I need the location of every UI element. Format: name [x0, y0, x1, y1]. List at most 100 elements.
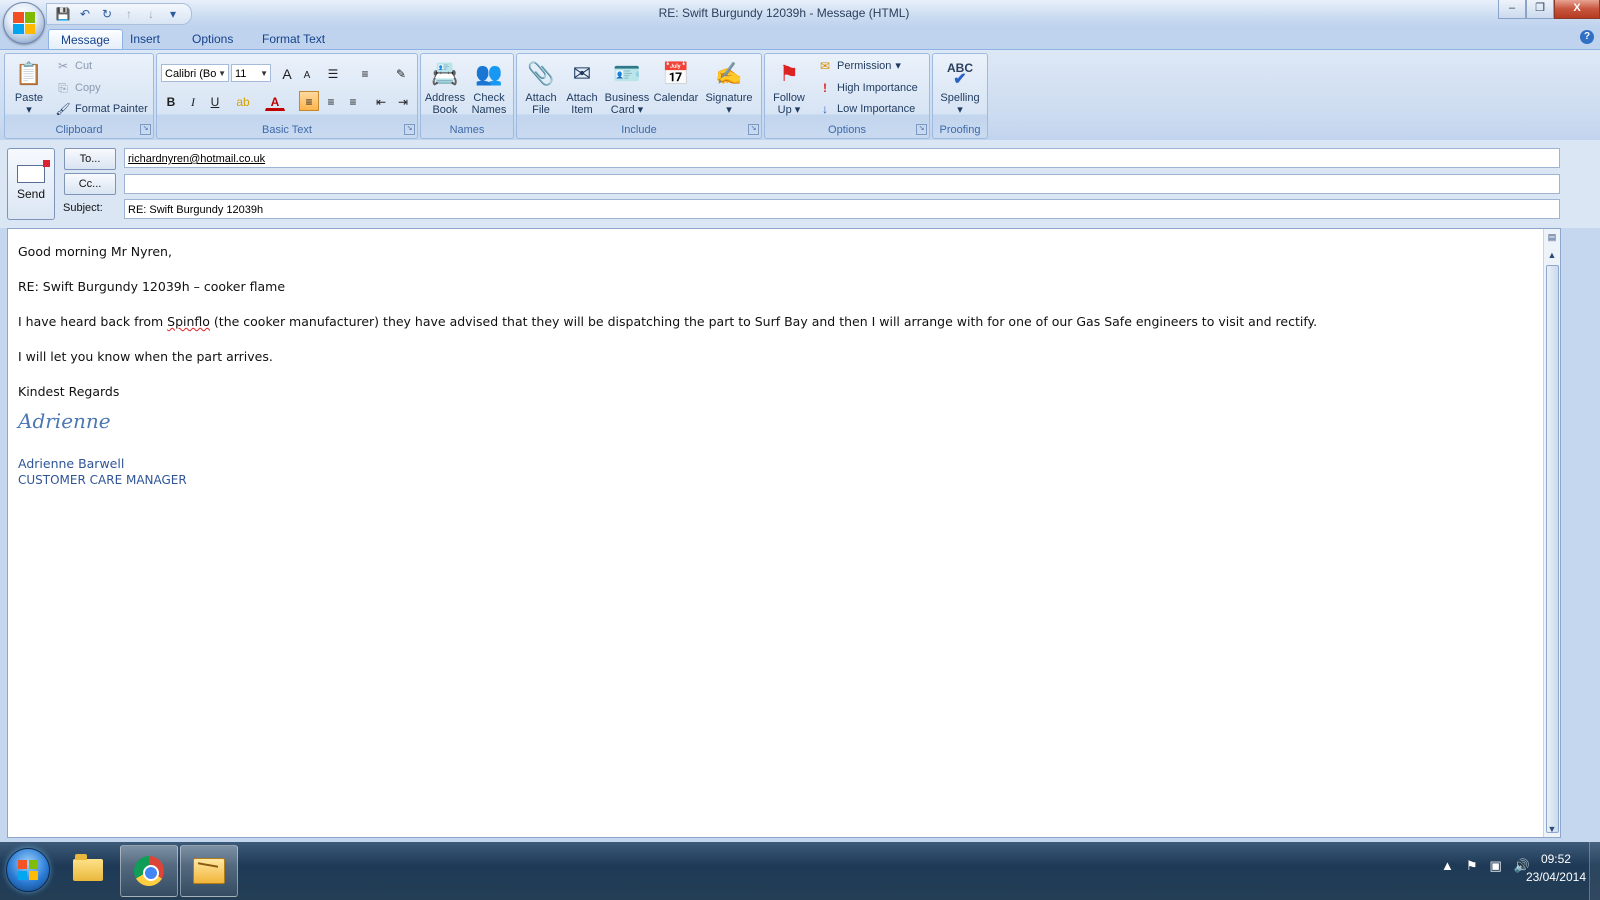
- next-item-icon[interactable]: ↓: [141, 5, 161, 23]
- clipboard-icon: 📋: [15, 61, 43, 86]
- address-book-label-1: Address: [424, 92, 466, 104]
- low-importance-button[interactable]: ↓ Low Importance: [817, 99, 915, 119]
- show-desktop-button[interactable]: [1589, 842, 1600, 900]
- paste-button[interactable]: 📋 Paste ▾: [9, 56, 49, 117]
- spelling-button[interactable]: ABC ✔ Spelling ▾: [935, 56, 985, 116]
- underline-button[interactable]: U: [205, 91, 225, 111]
- align-center-icon[interactable]: ≡: [321, 91, 341, 111]
- tab-message[interactable]: Message: [48, 29, 123, 50]
- closing-line: Kindest Regards: [18, 384, 120, 399]
- shrink-font-button[interactable]: A: [297, 65, 317, 85]
- restore-button[interactable]: ❐: [1526, 0, 1554, 19]
- dialog-launcher-icon[interactable]: ↘: [748, 124, 759, 135]
- font-name-combo[interactable]: Calibri (Bo ▼: [161, 64, 229, 82]
- tab-options[interactable]: Options: [180, 29, 245, 49]
- subject-field[interactable]: RE: Swift Burgundy 12039h: [124, 199, 1560, 219]
- misspelled-word[interactable]: Spinflo: [167, 314, 210, 329]
- permission-icon: ✉: [819, 59, 831, 73]
- re-line: RE: Swift Burgundy 12039h – cooker flame: [18, 279, 286, 294]
- redo-icon[interactable]: ↻: [97, 5, 117, 23]
- vertical-scrollbar[interactable]: ▤ ▲ ▼: [1543, 229, 1560, 837]
- scroll-down-icon[interactable]: ▼: [1544, 821, 1560, 837]
- show-hidden-icons-icon[interactable]: ▲: [1441, 858, 1454, 874]
- cc-button[interactable]: Cc...: [64, 173, 116, 195]
- close-button[interactable]: X: [1554, 0, 1600, 19]
- chevron-down-icon: ▼: [218, 69, 226, 78]
- scrollbar-thumb[interactable]: [1546, 265, 1559, 833]
- arrow-down-icon: ↓: [822, 102, 828, 116]
- check-names-button[interactable]: 👥 Check Names: [467, 56, 511, 117]
- taskbar-explorer[interactable]: [60, 845, 116, 895]
- action-center-flag-icon[interactable]: ⚑: [1466, 858, 1478, 874]
- numbering-icon[interactable]: ≡: [355, 63, 375, 83]
- group-label-clipboard: Clipboard: [55, 124, 103, 136]
- align-right-icon[interactable]: ≡: [343, 91, 363, 111]
- start-button[interactable]: [6, 848, 50, 892]
- styles-icon[interactable]: ✎: [391, 63, 411, 83]
- attach-item-button[interactable]: ✉ Attach Item: [561, 56, 603, 117]
- address-book-icon: 📇: [431, 61, 459, 86]
- font-size-combo[interactable]: 11 ▼: [231, 64, 271, 82]
- office-button[interactable]: [3, 2, 45, 44]
- high-importance-button[interactable]: ! High Importance: [817, 78, 918, 98]
- copy-button[interactable]: ⎘ Copy: [55, 78, 101, 98]
- message-body[interactable]: Good morning Mr Nyren, RE: Swift Burgund…: [7, 228, 1561, 838]
- cut-button[interactable]: ✂ Cut: [55, 56, 92, 76]
- business-card-button[interactable]: 🪪 Business Card ▾: [603, 56, 651, 117]
- format-painter-button[interactable]: 🖌 Format Painter: [55, 99, 147, 119]
- handwritten-signature: Adrienne: [18, 409, 111, 433]
- minimize-button[interactable]: –: [1498, 0, 1526, 19]
- clock[interactable]: 09:52 23/04/2014: [1526, 850, 1586, 886]
- scroll-up-icon[interactable]: ▲: [1544, 247, 1560, 263]
- align-left-icon[interactable]: ≡: [299, 91, 319, 111]
- tab-insert[interactable]: Insert: [118, 29, 172, 49]
- para1-before: I have heard back from: [18, 314, 168, 329]
- copy-label: Copy: [75, 82, 101, 94]
- attach-file-button[interactable]: 📎 Attach File: [519, 56, 563, 117]
- group-label-basic-text: Basic Text: [262, 124, 312, 136]
- increase-indent-icon[interactable]: ⇥: [393, 91, 413, 111]
- help-icon[interactable]: ?: [1580, 30, 1594, 44]
- undo-icon[interactable]: ↶: [75, 5, 95, 23]
- send-button[interactable]: Send: [7, 148, 55, 220]
- grow-font-button[interactable]: A: [277, 63, 297, 83]
- to-button[interactable]: To...: [64, 148, 116, 170]
- attach-file-label-1: Attach: [525, 92, 557, 104]
- address-book-button[interactable]: 📇 Address Book: [423, 56, 467, 117]
- dialog-launcher-icon[interactable]: ↘: [916, 124, 927, 135]
- to-address[interactable]: richardnyren@hotmail.co.uk: [128, 153, 265, 165]
- subject-label: Subject:: [63, 202, 103, 214]
- scissors-icon: ✂: [57, 59, 69, 73]
- title-bar: RE: Swift Burgundy 12039h - Message (HTM…: [0, 0, 1600, 28]
- message-text[interactable]: Good morning Mr Nyren, RE: Swift Burgund…: [18, 243, 1518, 489]
- taskbar-outlook[interactable]: [180, 845, 238, 897]
- bold-button[interactable]: B: [161, 91, 181, 111]
- customize-qat-icon[interactable]: ▾: [163, 5, 183, 23]
- tab-format-text[interactable]: Format Text: [250, 29, 337, 49]
- dialog-launcher-icon[interactable]: ↘: [140, 124, 151, 135]
- italic-button[interactable]: I: [183, 91, 203, 111]
- office-logo-icon: [13, 12, 35, 34]
- group-label-proofing: Proofing: [939, 124, 981, 136]
- save-icon[interactable]: 💾: [53, 5, 73, 23]
- to-field[interactable]: richardnyren@hotmail.co.uk: [124, 148, 1560, 168]
- decrease-indent-icon[interactable]: ⇤: [371, 91, 391, 111]
- font-color-button[interactable]: A: [265, 91, 285, 111]
- permission-button[interactable]: ✉ Permission ▾: [817, 56, 901, 76]
- calendar-button[interactable]: 📅 Calendar: [651, 56, 701, 105]
- attach-item-label-2: Item: [571, 104, 593, 116]
- dialog-launcher-icon[interactable]: ↘: [404, 124, 415, 135]
- send-envelope-icon: [17, 160, 50, 183]
- paste-label: Paste: [14, 92, 44, 104]
- bullets-icon[interactable]: ☰: [323, 63, 343, 83]
- highlight-icon[interactable]: ab: [233, 91, 253, 111]
- body-paragraph-1: I have heard back from Spinflo (the cook…: [18, 313, 1518, 331]
- network-icon[interactable]: ▣: [1490, 858, 1502, 874]
- ruler-toggle-icon[interactable]: ▤: [1544, 229, 1560, 245]
- signature-button[interactable]: ✍ Signature ▾: [701, 56, 757, 117]
- cc-field[interactable]: [124, 174, 1560, 194]
- calendar-label: Calendar: [653, 92, 699, 104]
- follow-up-button[interactable]: ⚑ Follow Up ▾: [767, 56, 811, 117]
- taskbar-chrome[interactable]: [120, 845, 178, 897]
- previous-item-icon[interactable]: ↑: [119, 5, 139, 23]
